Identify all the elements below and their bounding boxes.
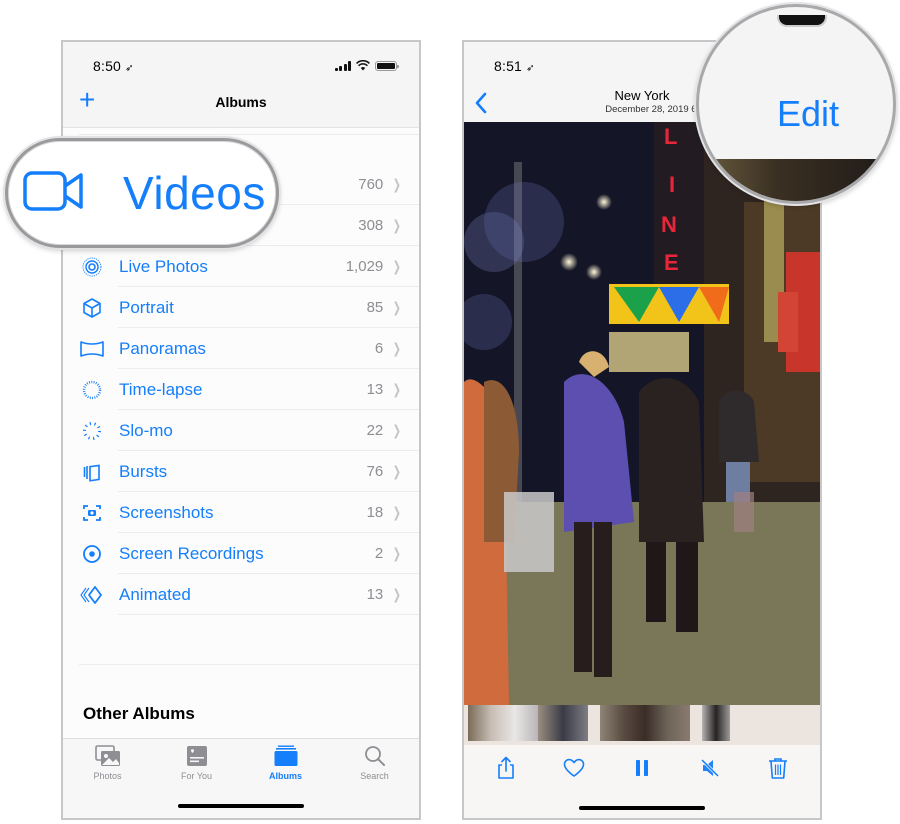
chevron-right-icon: ❯	[393, 217, 402, 233]
slomo-icon	[63, 420, 119, 442]
timelapse-icon	[63, 379, 119, 401]
videos-label: Videos	[123, 167, 266, 219]
wifi-icon	[356, 60, 370, 71]
album-row-bursts[interactable]: Bursts 76 ❯	[63, 451, 419, 492]
share-button[interactable]	[486, 755, 526, 781]
edit-callout[interactable]: Edit	[696, 4, 896, 204]
albums-header: 8:50 ➶ + Albums	[63, 42, 419, 128]
album-row-panoramas[interactable]: Panoramas 6 ❯	[63, 328, 419, 369]
albums-icon	[274, 743, 298, 769]
divider	[79, 134, 419, 135]
location-arrow-icon: ➶	[526, 63, 535, 74]
album-row-time-lapse[interactable]: Time-lapse 13 ❯	[63, 369, 419, 410]
screen-recording-icon	[63, 543, 119, 565]
video-camera-icon	[23, 170, 85, 217]
battery-icon	[375, 60, 399, 71]
chevron-right-icon: ❯	[393, 381, 402, 397]
status-time: 8:50 ➶	[93, 58, 134, 74]
video-scrubber[interactable]	[464, 705, 820, 745]
search-icon	[364, 743, 386, 769]
screenshot-icon	[63, 502, 119, 524]
videos-callout[interactable]: Videos	[5, 138, 279, 248]
delete-button[interactable]	[758, 755, 798, 781]
chevron-right-icon: ❯	[393, 586, 402, 602]
tab-for-you[interactable]: For You	[152, 743, 241, 787]
trash-icon	[769, 758, 787, 779]
chevron-right-icon: ❯	[393, 545, 402, 561]
street-scene-image: LINE	[464, 122, 820, 705]
share-icon	[498, 756, 514, 779]
cube-icon	[63, 297, 119, 319]
home-indicator	[579, 806, 705, 810]
speaker-muted-icon	[700, 758, 720, 778]
status-time: 8:51 ➶	[494, 58, 535, 74]
pause-button[interactable]	[622, 755, 662, 781]
album-row-screenshots[interactable]: Screenshots 18 ❯	[63, 492, 419, 533]
album-count: 308	[358, 217, 384, 234]
cellular-signal-icon	[334, 60, 351, 71]
svg-text:L: L	[664, 124, 677, 149]
scrubber-thumbnail	[600, 705, 690, 741]
phone-notch	[777, 15, 827, 27]
album-row-slo-mo[interactable]: Slo-mo 22 ❯	[63, 410, 419, 451]
photo-toolbar	[464, 745, 820, 818]
scrubber-thumbnail	[538, 705, 588, 741]
video-frame[interactable]: LINE	[464, 122, 820, 705]
page-title: Albums	[215, 94, 267, 110]
chevron-right-icon: ❯	[393, 176, 402, 192]
album-row-portrait[interactable]: Portrait 85 ❯	[63, 287, 419, 328]
favorite-button[interactable]	[554, 755, 594, 781]
album-count: 760	[358, 176, 384, 193]
chevron-right-icon: ❯	[393, 422, 402, 438]
chevron-right-icon: ❯	[393, 463, 402, 479]
album-row-animated[interactable]: Animated 13 ❯	[63, 574, 419, 615]
section-divider	[79, 664, 419, 665]
svg-text:N: N	[661, 212, 677, 237]
album-row-screen-recordings[interactable]: Screen Recordings 2 ❯	[63, 533, 419, 574]
heart-icon	[563, 758, 585, 777]
other-albums-heading: Other Albums	[83, 704, 195, 723]
edit-button[interactable]: Edit	[777, 93, 839, 135]
tab-photos[interactable]: Photos	[63, 743, 152, 787]
live-photos-icon	[63, 256, 119, 278]
chevron-right-icon: ❯	[393, 258, 402, 274]
tab-albums[interactable]: Albums	[241, 743, 330, 787]
tab-bar: Photos For You Albums Search	[63, 738, 419, 818]
chevron-right-icon: ❯	[393, 299, 402, 315]
bursts-icon	[63, 461, 119, 483]
photos-icon	[94, 743, 121, 769]
chevron-right-icon: ❯	[393, 504, 402, 520]
scrubber-thumbnail	[468, 705, 538, 741]
home-indicator	[178, 804, 304, 808]
panorama-icon	[63, 340, 119, 358]
svg-text:I: I	[669, 172, 675, 197]
chevron-right-icon: ❯	[393, 340, 402, 356]
svg-text:E: E	[664, 250, 679, 275]
animated-icon	[63, 584, 119, 606]
pause-icon	[636, 760, 648, 776]
location-arrow-icon: ➶	[125, 63, 134, 74]
tab-search[interactable]: Search	[330, 743, 419, 787]
status-bar: 8:50 ➶	[63, 42, 419, 92]
album-row-live-photos[interactable]: Live Photos 1,029 ❯	[63, 246, 419, 287]
scrubber-thumbnail	[702, 705, 730, 741]
mute-button[interactable]	[690, 755, 730, 781]
photo-edge	[699, 159, 893, 201]
for-you-icon	[186, 743, 208, 769]
